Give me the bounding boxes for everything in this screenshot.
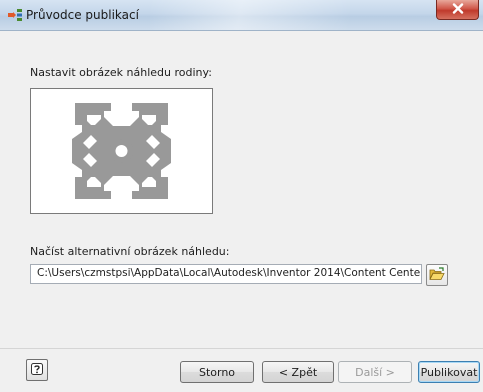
next-button[interactable]: Další > xyxy=(338,361,412,383)
preview-path-field[interactable]: C:\Users\czmstpsi\AppData\Local\Autodesk… xyxy=(30,264,422,284)
cancel-button[interactable]: Storno xyxy=(180,361,254,383)
close-icon xyxy=(452,2,464,17)
back-button[interactable]: < Zpět xyxy=(262,361,334,383)
help-icon xyxy=(30,362,44,379)
preview-label: Nastavit obrázek náhledu rodiny: xyxy=(30,66,212,79)
preview-image xyxy=(30,88,213,214)
title-bar[interactable]: Průvodce publikací xyxy=(0,0,483,31)
publish-wizard-dialog: Průvodce publikací Nastavit obrázek náhl… xyxy=(0,0,483,392)
help-button[interactable] xyxy=(26,359,48,381)
close-button[interactable] xyxy=(436,0,479,20)
alternative-preview-label: Načíst alternativní obrázek náhledu: xyxy=(30,245,230,258)
publish-button[interactable]: Publikovat xyxy=(418,361,480,383)
publish-wizard-icon xyxy=(7,8,23,22)
browse-button[interactable] xyxy=(426,264,448,286)
window-title: Průvodce publikací xyxy=(26,8,139,22)
folder-open-icon xyxy=(429,266,445,284)
aluminum-profile-cross-section xyxy=(72,103,171,199)
